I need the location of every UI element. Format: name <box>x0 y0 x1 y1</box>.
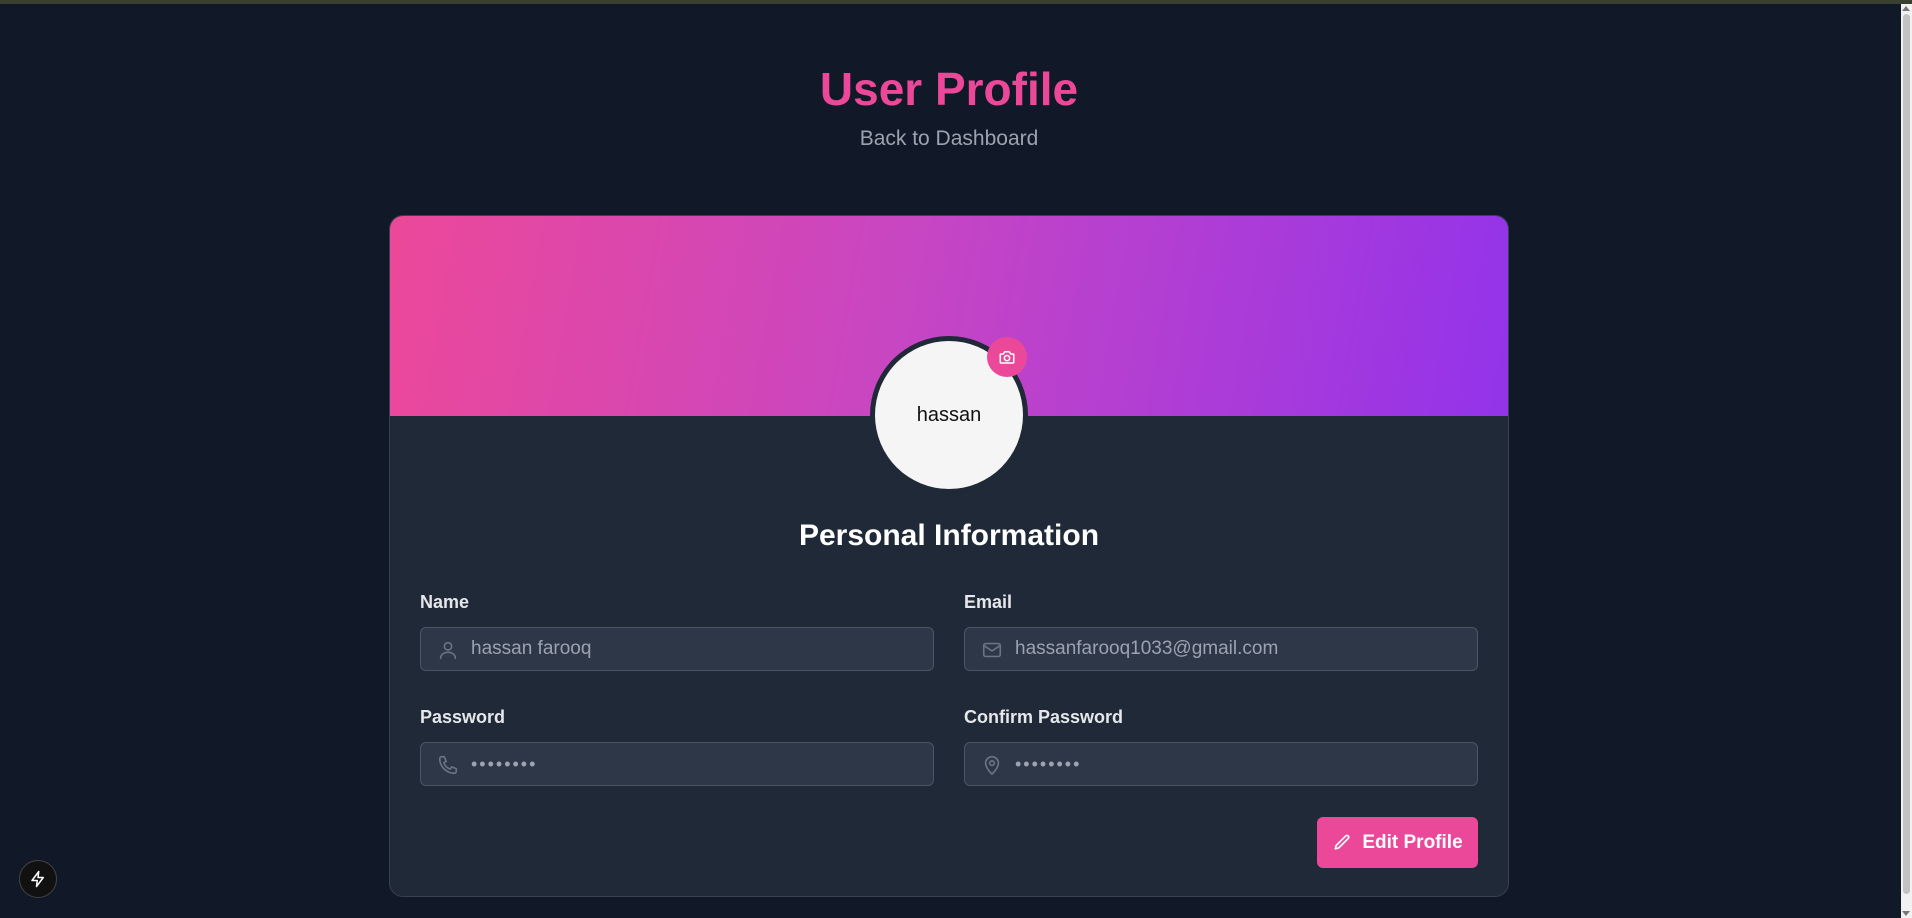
confirm-password-label: Confirm Password <box>964 707 1124 727</box>
email-field[interactable]: hassanfarooq1033@gmail.com <box>964 627 1478 671</box>
lightning-icon <box>31 870 44 888</box>
profile-card: hassan Personal Information Name hassan … <box>389 215 1509 897</box>
name-value: hassan farooq <box>471 638 592 659</box>
name-field[interactable]: hassan farooq <box>420 627 934 671</box>
pencil-icon <box>1334 834 1350 850</box>
phone-icon <box>438 755 458 775</box>
name-label: Name <box>420 592 470 612</box>
edit-profile-button[interactable]: Edit Profile <box>1317 817 1478 868</box>
password-field[interactable]: •••••••• <box>420 742 934 786</box>
camera-icon <box>999 351 1015 364</box>
back-to-dashboard-link[interactable]: Back to Dashboard <box>0 127 1898 151</box>
window-top-border <box>0 0 1912 4</box>
password-value: •••••••• <box>471 754 538 774</box>
dev-tools-button[interactable] <box>19 860 57 898</box>
page-title: User Profile <box>819 63 1079 115</box>
confirm-password-field[interactable]: •••••••• <box>964 742 1478 786</box>
edit-profile-label: Edit Profile <box>1362 831 1463 853</box>
vertical-scrollbar[interactable] <box>1901 4 1912 918</box>
scroll-down-arrow[interactable] <box>1902 911 1910 916</box>
user-icon <box>439 641 457 660</box>
scroll-up-arrow[interactable] <box>1902 6 1910 11</box>
scrollbar-thumb[interactable] <box>1903 14 1910 894</box>
email-label: Email <box>964 592 1013 612</box>
map-pin-icon <box>984 755 1000 775</box>
section-title: Personal Information <box>798 519 1100 552</box>
confirm-password-value: •••••••• <box>1015 754 1082 774</box>
change-photo-button[interactable] <box>987 337 1027 377</box>
mail-icon <box>982 642 1002 658</box>
password-label: Password <box>420 707 506 727</box>
email-value: hassanfarooq1033@gmail.com <box>1015 638 1279 659</box>
